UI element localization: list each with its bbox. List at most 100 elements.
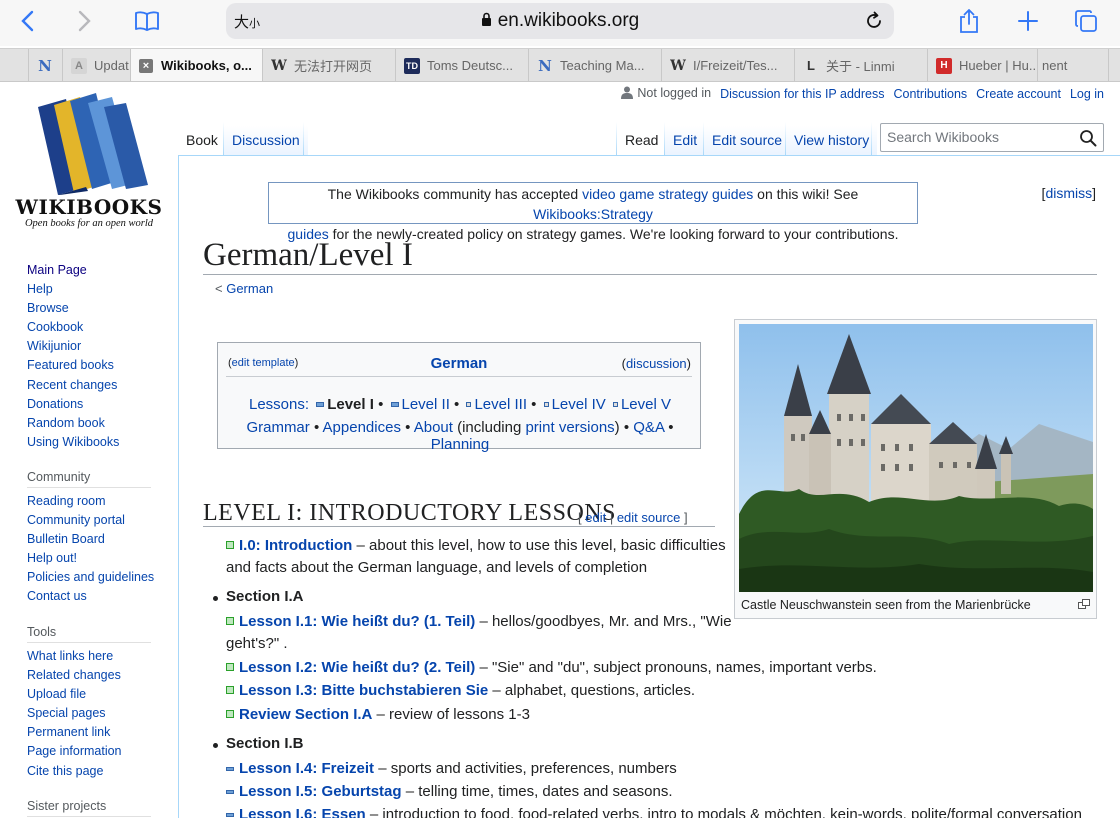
lesson-i4-link[interactable]: Lesson I.4: Freizeit	[239, 760, 374, 777]
progress-icon	[466, 401, 472, 407]
lesson-desc: – hellos/goodbyes, Mr. and Mrs., "Wie	[475, 613, 732, 630]
planning-link[interactable]: Planning	[431, 436, 489, 453]
sister-projects-heading[interactable]: Sister projects	[27, 799, 151, 817]
nav-special-pages[interactable]: Special pages	[27, 704, 122, 723]
lesson-item: Lesson I.5: Geburtstag – telling time, t…	[226, 781, 673, 803]
url-display[interactable]: en.wikibooks.org	[226, 10, 894, 33]
nav-cite-this-page[interactable]: Cite this page	[27, 762, 122, 781]
dismiss-notice[interactable]: [dismiss]	[1042, 185, 1096, 201]
nav-reading-room[interactable]: Reading room	[27, 492, 154, 511]
tab-discussion[interactable]: Discussion	[224, 126, 308, 156]
level-3-link[interactable]: Level III	[474, 396, 527, 413]
breadcrumb-link-german[interactable]: German	[226, 281, 273, 296]
search-input[interactable]	[881, 124, 1071, 150]
tab-item[interactable]: H Hueber | Hu...	[927, 49, 1037, 81]
tab-item[interactable]: W I/Freizeit/Tes...	[661, 49, 794, 81]
contributions-link[interactable]: Contributions	[894, 87, 968, 101]
lessons-link[interactable]: Lessons:	[249, 396, 309, 413]
breadcrumb-prefix: <	[215, 281, 227, 296]
close-tab-icon[interactable]: ×	[139, 58, 153, 73]
tab-item[interactable]: N Teaching Ma...	[528, 49, 661, 81]
nav-permanent-link[interactable]: Permanent link	[27, 723, 122, 742]
bookmarks-icon[interactable]	[130, 6, 164, 36]
nav-contact-us[interactable]: Contact us	[27, 587, 154, 606]
log-in-link[interactable]: Log in	[1070, 87, 1104, 101]
lesson-i6-link[interactable]: Lesson I.6: Essen	[239, 806, 366, 818]
nav-using-wikibooks[interactable]: Using Wikibooks	[27, 433, 119, 452]
nav-donations[interactable]: Donations	[27, 395, 119, 414]
tab-item[interactable]: W 无法打开网页	[262, 49, 395, 81]
lesson-i2-link[interactable]: Lesson I.2: Wie heißt du? (2. Teil)	[239, 659, 475, 676]
tab-active[interactable]: × Wikibooks, o...	[130, 49, 262, 81]
share-icon[interactable]	[952, 6, 986, 36]
nav-wikijunior[interactable]: Wikijunior	[27, 337, 119, 356]
nav-help[interactable]: Help	[27, 280, 119, 299]
generic-favicon-icon: A	[71, 57, 87, 74]
castle-photo[interactable]	[739, 324, 1093, 592]
nav-cookbook[interactable]: Cookbook	[27, 318, 119, 337]
nav-bulletin-board[interactable]: Bulletin Board	[27, 530, 154, 549]
forward-icon[interactable]	[68, 6, 102, 36]
lesson-item: Lesson I.2: Wie heißt du? (2. Teil) – "S…	[226, 657, 877, 679]
nav-random-book[interactable]: Random book	[27, 414, 119, 433]
nav-what-links-here[interactable]: What links here	[27, 647, 122, 666]
tab-item[interactable]: A Updat	[62, 49, 130, 81]
user-icon	[621, 86, 634, 102]
tab-book[interactable]: Book	[178, 126, 226, 156]
ip-discussion-link[interactable]: Discussion for this IP address	[720, 87, 884, 101]
print-versions-link[interactable]: print versions	[525, 419, 614, 436]
create-account-link[interactable]: Create account	[976, 87, 1061, 101]
nav-help-out[interactable]: Help out!	[27, 549, 154, 568]
nav-community-portal[interactable]: Community portal	[27, 511, 154, 530]
address-bar[interactable]: 大小 en.wikibooks.org	[226, 3, 894, 39]
tab-edit[interactable]: Edit	[665, 126, 706, 156]
section-edit-link[interactable]: edit	[585, 510, 606, 525]
qa-link[interactable]: Q&A	[633, 419, 664, 436]
tab-item[interactable]: N	[28, 49, 62, 81]
section-edit-source-link[interactable]: edit source	[617, 510, 681, 525]
magnify-icon[interactable]	[1078, 596, 1090, 609]
tab-read[interactable]: Read	[617, 126, 667, 156]
intro-desc-line2: and facts about the German language, and…	[226, 559, 648, 576]
lesson-desc: – review of lessons 1-3	[372, 706, 530, 723]
level-5-link[interactable]: Level V	[621, 396, 671, 413]
lesson-i5-link[interactable]: Lesson I.5: Geburtstag	[239, 783, 402, 800]
not-logged-in: Not logged in	[612, 86, 711, 102]
tabs-overview-icon[interactable]	[1069, 6, 1103, 36]
review-ia-link[interactable]: Review Section I.A	[239, 706, 372, 723]
nav-page-information[interactable]: Page information	[27, 742, 122, 761]
tab-item[interactable]: nent	[1037, 49, 1108, 81]
grammar-link[interactable]: Grammar	[246, 419, 309, 436]
nav-upload-file[interactable]: Upload file	[27, 685, 122, 704]
notice-link-policy[interactable]: Wikibooks:Strategy	[533, 206, 653, 222]
lesson-i1-link[interactable]: Lesson I.1: Wie heißt du? (1. Teil)	[239, 613, 475, 630]
site-notice: The Wikibooks community has accepted vid…	[268, 182, 918, 242]
dismiss-link[interactable]: dismiss	[1045, 185, 1092, 201]
nav-browse[interactable]: Browse	[27, 299, 119, 318]
back-icon[interactable]	[10, 6, 44, 36]
nav-featured-books[interactable]: Featured books	[27, 356, 119, 375]
new-tab-icon[interactable]	[1011, 6, 1045, 36]
navbox-discussion-link[interactable]: discussion	[626, 356, 687, 371]
lesson-i3-link[interactable]: Lesson I.3: Bitte buchstabieren Sie	[239, 682, 488, 699]
wikibooks-logo[interactable]: WIKIBOOKS Open books for an open world	[14, 91, 164, 231]
tab-title: nent	[1042, 58, 1068, 73]
level-4-link[interactable]: Level IV	[552, 396, 606, 413]
navbox-discussion[interactable]: (discussion)	[622, 356, 691, 371]
notice-link-strategy-guides[interactable]: video game strategy guides	[582, 186, 753, 202]
tab-item[interactable]: L 关于 - Linmi	[794, 49, 927, 81]
search-icon[interactable]	[1079, 129, 1097, 147]
tab-view-history[interactable]: View history	[786, 126, 878, 156]
nav-related-changes[interactable]: Related changes	[27, 666, 122, 685]
reload-icon[interactable]	[860, 7, 888, 35]
appendices-link[interactable]: Appendices	[323, 419, 401, 436]
nav-recent-changes[interactable]: Recent changes	[27, 376, 119, 395]
intro-link[interactable]: I.0: Introduction	[239, 537, 352, 554]
tab-item[interactable]: TD Toms Deutsc...	[395, 49, 528, 81]
level-2-link[interactable]: Level II	[402, 396, 450, 413]
nav-main-page[interactable]: Main Page	[27, 261, 119, 280]
tab-edit-source[interactable]: Edit source	[704, 126, 791, 156]
search-box[interactable]	[880, 123, 1104, 152]
nav-policies[interactable]: Policies and guidelines	[27, 568, 154, 587]
about-link[interactable]: About	[414, 419, 453, 436]
